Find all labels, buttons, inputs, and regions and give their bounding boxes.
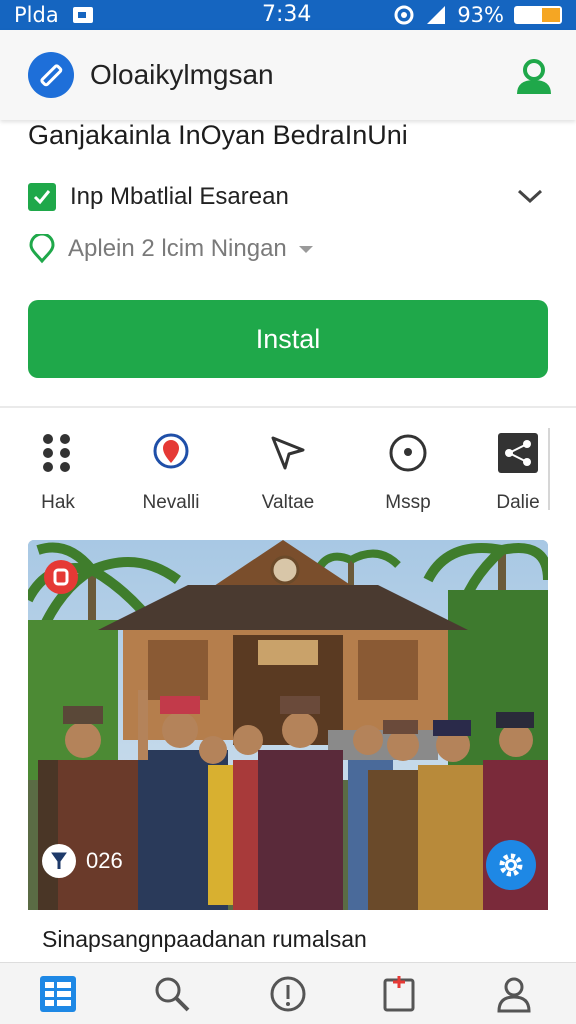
pin-icon: [42, 844, 76, 878]
nav-bookmark[interactable]: [370, 971, 430, 1017]
app-logo-icon[interactable]: [28, 52, 74, 98]
tab-label: Hak: [41, 492, 75, 513]
profile-icon[interactable]: [514, 56, 554, 101]
clock: 7:34: [262, 2, 312, 27]
bottom-nav: [0, 962, 576, 1024]
tab-mssp[interactable]: Mssp: [358, 420, 458, 520]
status-bar: Plda 7:34 93%: [0, 0, 576, 30]
battery-percent: 93%: [457, 3, 504, 27]
tab-label: Dalie: [496, 492, 540, 513]
map-circle-icon: [389, 434, 427, 472]
compass-icon: [271, 436, 305, 470]
tab-hak[interactable]: Hak: [8, 420, 108, 520]
location-selector[interactable]: Aplein 2 lcim Ningan: [28, 230, 313, 268]
divider: [0, 406, 576, 408]
tabs-scroll-edge: [548, 428, 550, 510]
nav-search[interactable]: [142, 971, 202, 1017]
info-icon: [270, 976, 306, 1012]
grid-dots-icon: [43, 434, 70, 472]
install-button[interactable]: Instal: [28, 300, 548, 378]
tab-nevalli[interactable]: Nevalli: [121, 420, 221, 520]
category-tabs: Hak Nevalli Valtae Mssp Dalie: [0, 420, 576, 520]
carrier-text: Plda: [14, 3, 59, 27]
app-bar: Oloaikylmgsan: [0, 30, 576, 120]
view-count: 026: [86, 848, 123, 873]
battery-icon: [514, 6, 562, 24]
signal-icon: [427, 6, 446, 24]
tab-label: Valtae: [261, 492, 315, 513]
view-counter: 026: [42, 844, 123, 878]
tab-label: Mssp: [385, 492, 431, 513]
tab-dalie[interactable]: Dalie: [468, 420, 568, 520]
search-icon: [155, 977, 190, 1012]
page-heading: Ganjakainla InOyan BedraInUni: [28, 120, 408, 150]
chevron-down-icon[interactable]: [516, 186, 544, 206]
tab-label: Nevalli: [142, 492, 200, 513]
nav-profile[interactable]: [484, 971, 544, 1017]
nav-home[interactable]: [28, 971, 88, 1017]
location-pin-icon: [153, 433, 189, 469]
option-row-checked[interactable]: Inp Mbatlial Esarean: [28, 178, 548, 216]
badge-icon: [44, 560, 78, 594]
location-label: Aplein 2 lcim Ningan: [68, 235, 287, 262]
dropdown-caret-icon: [298, 245, 313, 253]
checkbox[interactable]: [28, 183, 56, 211]
bookmark-icon: [383, 976, 415, 1012]
share-icon: [498, 433, 538, 473]
option-label: Inp Mbatlial Esarean: [70, 183, 289, 210]
app-title: Oloaikylmgsan: [90, 59, 274, 90]
nav-info[interactable]: [258, 971, 318, 1017]
image-icon: [72, 7, 93, 23]
card-caption: Sinapsangnpaadanan rumalsan: [28, 910, 548, 970]
feature-card[interactable]: 026 Sinapsangnpaadanan rumalsan: [28, 540, 548, 970]
gear-icon: [499, 853, 523, 877]
tab-valtae[interactable]: Valtae: [238, 420, 338, 520]
home-grid-icon: [40, 976, 76, 1012]
settings-button[interactable]: [486, 840, 536, 890]
sync-icon: [394, 5, 414, 25]
location-pin-outline-icon: [29, 234, 55, 264]
user-icon: [497, 977, 531, 1013]
